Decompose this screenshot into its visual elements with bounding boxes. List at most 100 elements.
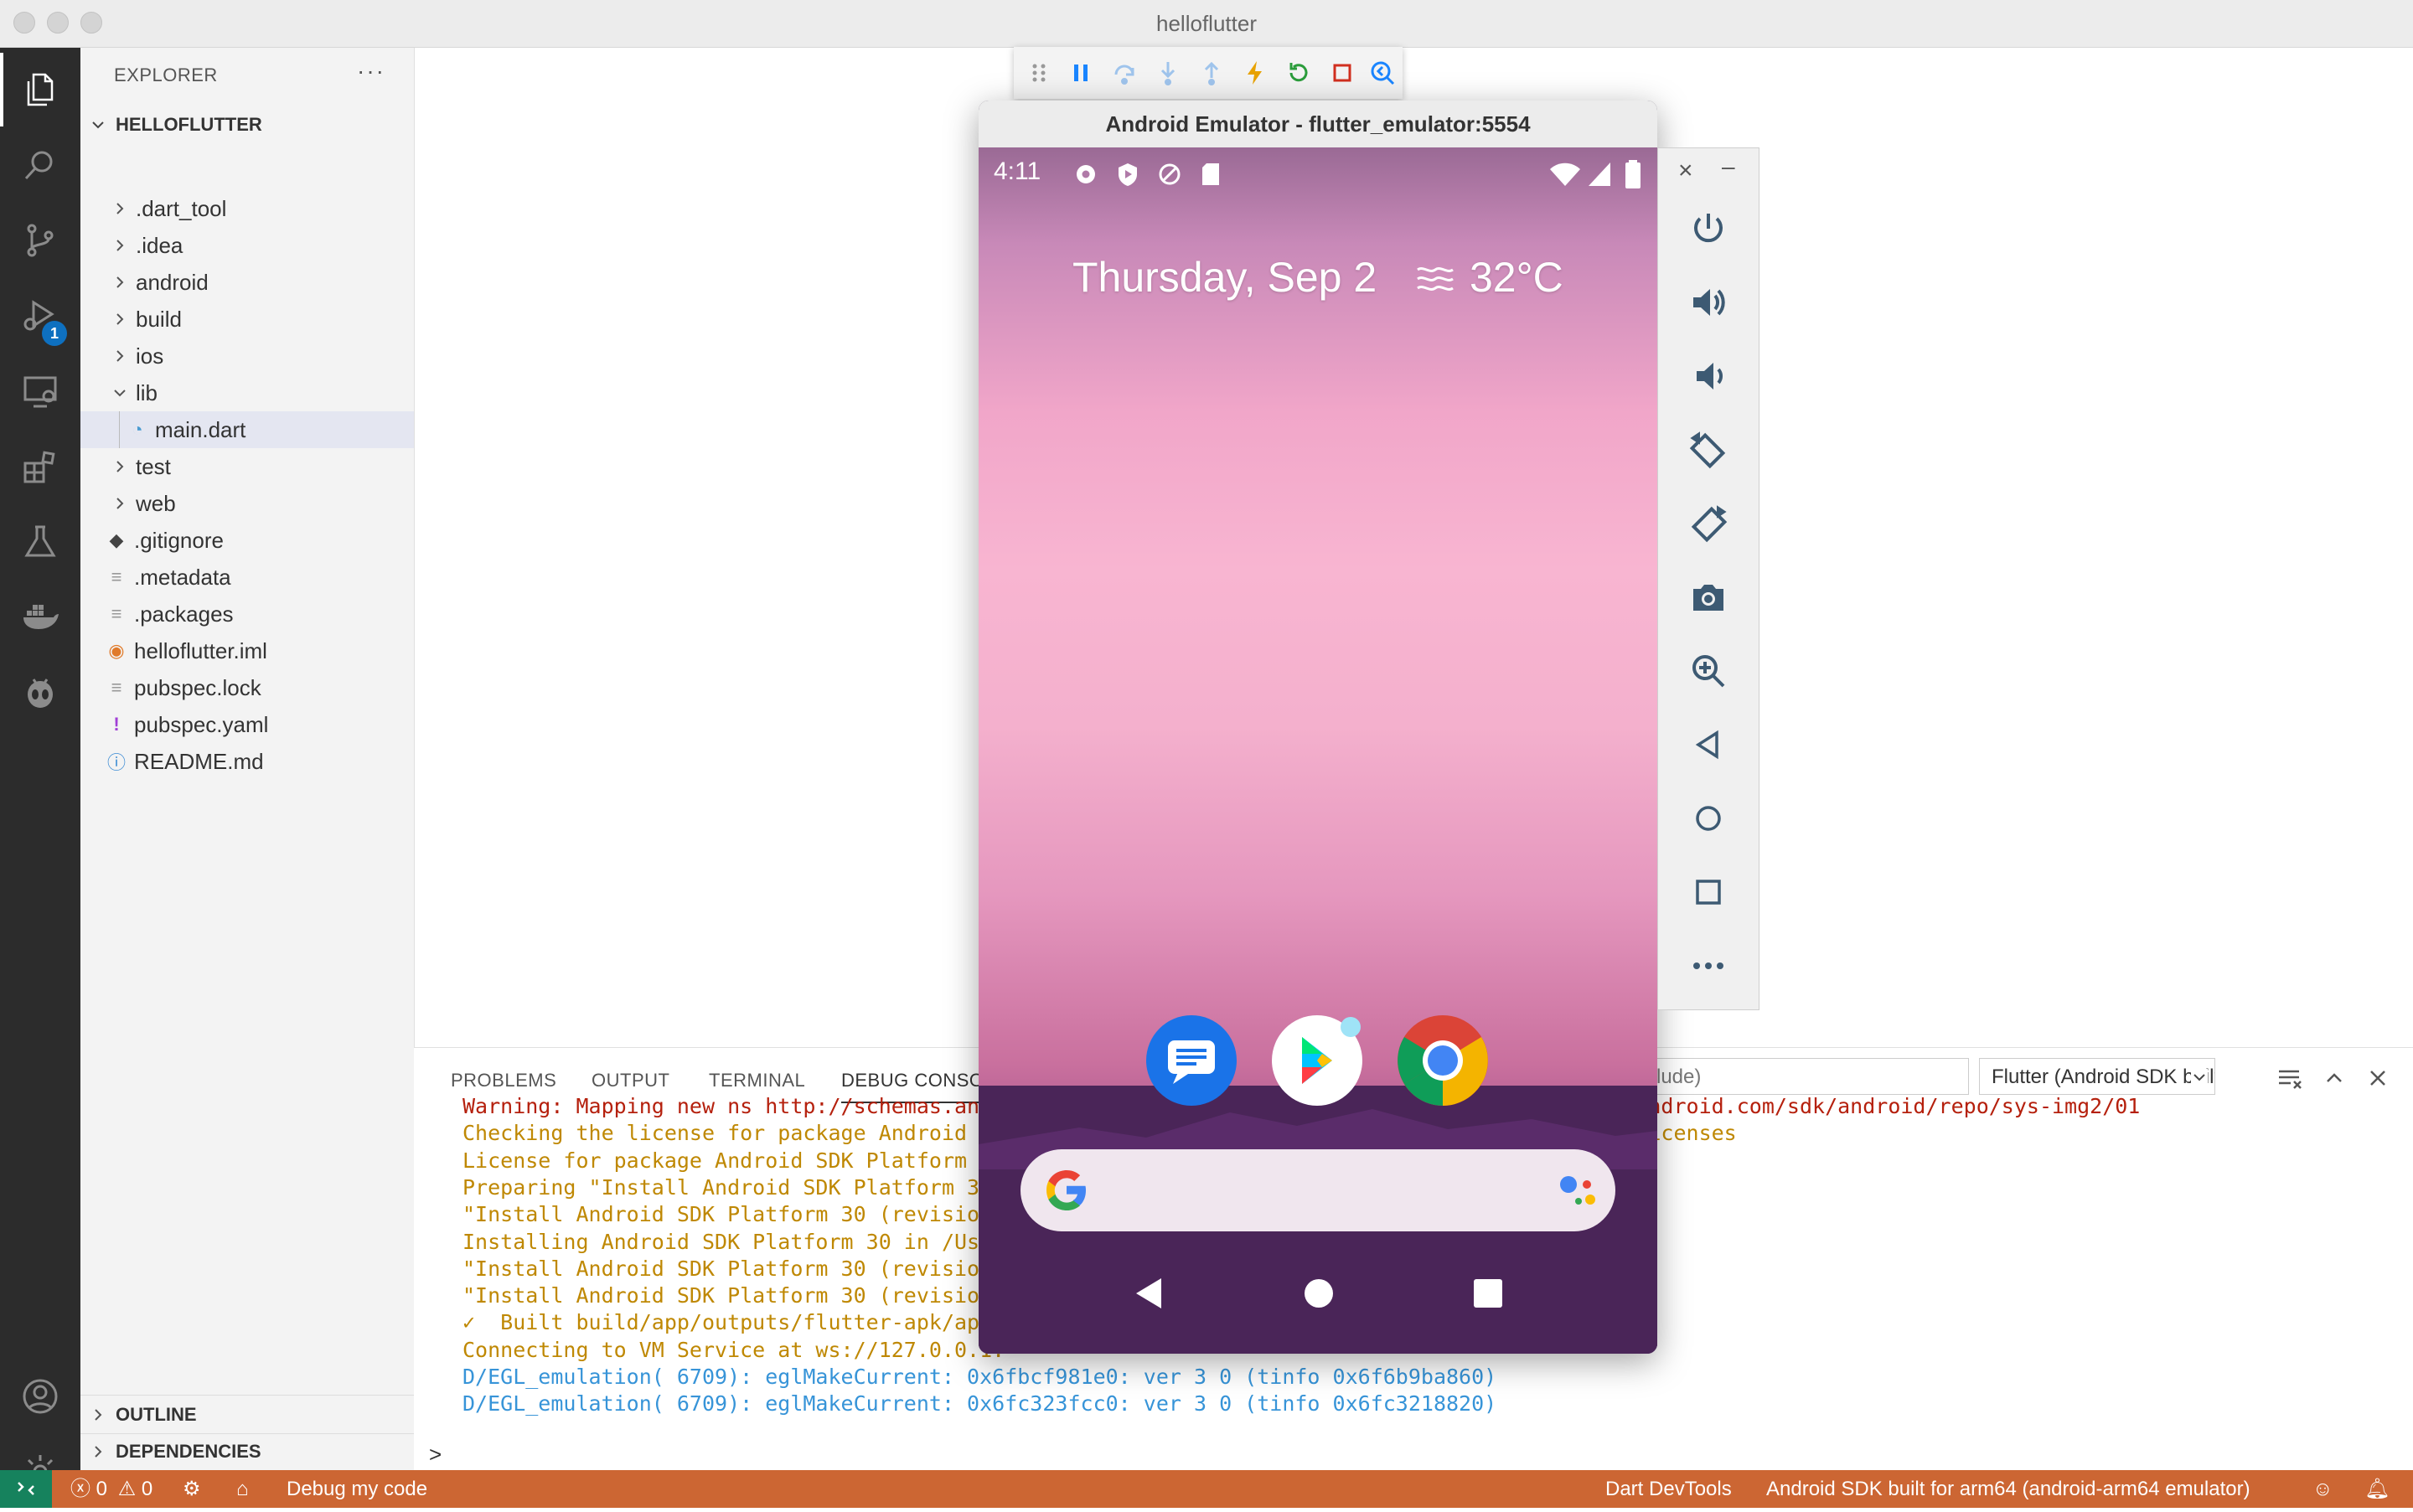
debug-launch-icon[interactable]: ⚙︎ (183, 1470, 201, 1508)
accounts-activity[interactable] (0, 1360, 80, 1433)
tree-label: web (136, 490, 176, 516)
volume-down-button[interactable] (1687, 354, 1730, 398)
overview-button[interactable] (1687, 870, 1730, 914)
console-input-prompt[interactable]: > (429, 1442, 442, 1468)
tree-label: lib (136, 379, 158, 405)
emulator-title: Android Emulator - flutter_emulator:5554 (979, 101, 1657, 148)
tree-folder-idea[interactable]: .idea (80, 227, 414, 264)
camera-icon (1693, 585, 1723, 611)
emulator-close-button[interactable]: × (1678, 157, 1693, 185)
tree-label: .packages (134, 601, 234, 627)
dart-devtools-button[interactable]: Dart DevTools (1605, 1470, 1732, 1508)
sync-off-icon (1159, 163, 1181, 185)
tree-label: .idea (136, 232, 183, 258)
testing-activity[interactable] (0, 505, 80, 579)
chevron-right-icon (95, 1446, 102, 1458)
tree-file-metadata[interactable]: ≡ .metadata (80, 559, 414, 596)
remote-explorer-activity[interactable] (0, 354, 80, 428)
run-debug-activity[interactable]: 1 (0, 279, 80, 353)
flutter-inspector-icon[interactable] (1367, 58, 1398, 88)
tree-folder-dart-tool[interactable]: .dart_tool (80, 190, 414, 227)
emulator-screen[interactable]: 4:11 Thursday, Sep 2 32°C (979, 147, 1657, 1354)
debug-config-label[interactable]: Debug my code (287, 1470, 427, 1508)
dependencies-section-header[interactable]: DEPENDENCIES (89, 1433, 261, 1470)
tree-file-pubspec-yaml[interactable]: ! pubspec.yaml (80, 706, 414, 743)
assistant-icon[interactable] (1557, 1169, 1600, 1211)
project-folder-header[interactable]: HELLOFLUTTER (89, 108, 262, 142)
nav-home-icon[interactable] (1299, 1273, 1339, 1313)
hot-reload-icon[interactable] (1240, 58, 1270, 88)
outline-section-header[interactable]: OUTLINE (89, 1396, 197, 1433)
alien-extension-activity[interactable] (0, 656, 80, 730)
stop-icon[interactable] (1327, 58, 1357, 88)
project-name: HELLOFLUTTER (116, 114, 262, 135)
restart-icon[interactable] (1284, 58, 1314, 88)
rotate-right-button[interactable] (1687, 502, 1730, 545)
tree-file-gitignore[interactable]: ◆ .gitignore (80, 522, 414, 559)
notifications-icon[interactable]: 🔔︎ (2364, 1470, 2390, 1508)
tree-folder-test[interactable]: test (80, 448, 414, 485)
tree-folder-android[interactable]: android (80, 264, 414, 301)
tree-label: helloflutter.iml (134, 637, 267, 663)
rotate-left-button[interactable] (1687, 428, 1730, 472)
tree-label: .dart_tool (136, 195, 227, 221)
console-line-text: ✓ Built build/app/outputs/flutter-apk/ap… (462, 1310, 1005, 1335)
tree-file-packages[interactable]: ≡ .packages (80, 596, 414, 632)
tree-file-readme[interactable]: ⓘ README.md (80, 743, 414, 780)
remote-indicator[interactable] (0, 1470, 52, 1508)
back-button[interactable] (1687, 723, 1730, 766)
tree-file-iml[interactable]: ◉ helloflutter.iml (80, 632, 414, 669)
debug-session-select[interactable]: Flutter (Android SDK built (1979, 1058, 2215, 1095)
nav-recents-icon[interactable] (1468, 1273, 1508, 1313)
emulator-minimize-button[interactable]: – (1722, 153, 1735, 180)
step-over-icon[interactable] (1109, 58, 1139, 88)
docker-activity[interactable] (0, 581, 80, 654)
search-icon (24, 151, 53, 180)
step-out-icon[interactable] (1196, 58, 1227, 88)
google-logo-icon (1046, 1170, 1086, 1210)
text-file-icon: ≡ (111, 603, 122, 624)
close-panel-icon[interactable] (2364, 1065, 2391, 1091)
clear-console-icon[interactable] (2276, 1065, 2302, 1091)
tree-file-main-dart[interactable]: ◔ main.dart (80, 411, 414, 448)
console-line-text: D/EGL_emulation( 6709): eglMakeCurrent: … (462, 1391, 1497, 1417)
google-search-bar[interactable] (1020, 1149, 1615, 1231)
home-date[interactable]: Thursday, Sep 2 (1072, 253, 1377, 302)
tree-folder-web[interactable]: web (80, 485, 414, 522)
tree-folder-build[interactable]: build (80, 301, 414, 338)
overview-square-icon (1696, 880, 1721, 905)
problems-indicator[interactable]: ⓧ 0 ⚠ 0 (70, 1470, 152, 1508)
volume-up-button[interactable] (1687, 281, 1730, 324)
drag-handle-icon[interactable] (1024, 58, 1054, 88)
feedback-icon[interactable]: ☺ (2312, 1470, 2333, 1508)
tree-folder-ios[interactable]: ios (80, 338, 414, 374)
screenshot-button[interactable] (1687, 575, 1730, 619)
messages-app-icon[interactable] (1144, 1014, 1238, 1107)
play-store-app-icon[interactable] (1270, 1014, 1364, 1107)
maximize-panel-icon[interactable] (2321, 1065, 2348, 1091)
zoom-button[interactable] (1687, 649, 1730, 693)
tree-folder-lib[interactable]: lib (80, 374, 414, 411)
pause-icon[interactable] (1066, 58, 1096, 88)
tree-file-pubspec-lock[interactable]: ≡ pubspec.lock (80, 669, 414, 706)
power-button[interactable] (1687, 207, 1730, 250)
home-icon[interactable]: ⌂ (236, 1470, 249, 1508)
source-control-activity[interactable] (0, 204, 80, 277)
search-activity[interactable] (0, 128, 80, 202)
console-filter-input[interactable]: clude) (1637, 1058, 1969, 1095)
nav-back-icon[interactable] (1131, 1273, 1171, 1313)
extensions-activity[interactable] (0, 430, 80, 503)
chrome-app-icon[interactable] (1396, 1014, 1490, 1107)
more-icon (1693, 962, 1723, 969)
device-selector[interactable]: Android SDK built for arm64 (android-arm… (1766, 1470, 2250, 1508)
debug-badge: 1 (42, 321, 67, 346)
more-actions-icon[interactable]: ··· (357, 58, 385, 85)
home-button[interactable] (1687, 797, 1730, 840)
tree-label: build (136, 306, 182, 332)
warning-count: 0 (141, 1478, 153, 1500)
home-temperature[interactable]: 32°C (1470, 253, 1563, 302)
console-line-text: "Install Android SDK Platform 30 (revisi… (462, 1283, 1005, 1308)
extended-controls-button[interactable] (1687, 944, 1730, 988)
step-into-icon[interactable] (1153, 58, 1183, 88)
explorer-activity[interactable] (0, 53, 80, 126)
